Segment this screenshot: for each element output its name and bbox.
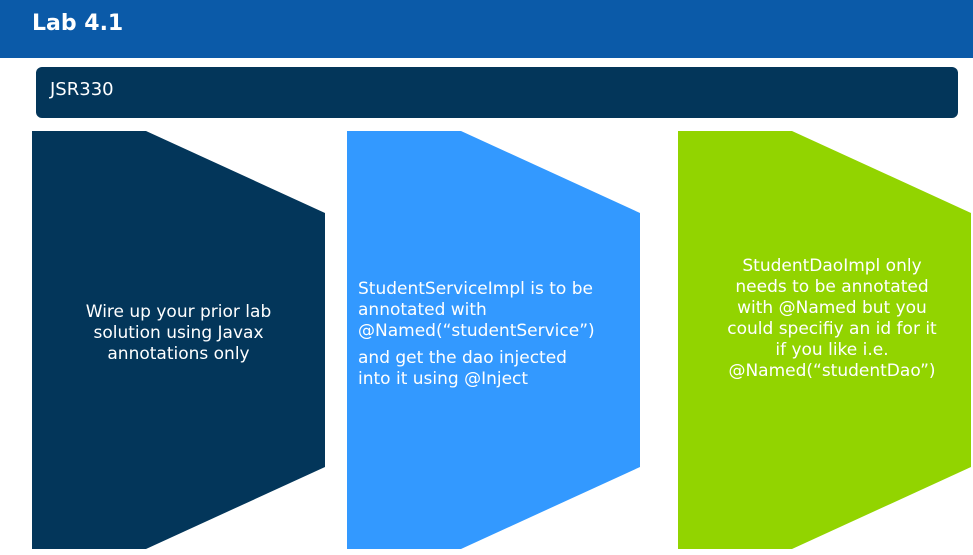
step-3-text: StudentDaoImpl only needs to be annotate…: [692, 256, 972, 382]
header-title: JSR330: [50, 79, 114, 100]
slide: Lab 4.1 JSR330 Wire up your prior lab so…: [0, 0, 973, 555]
step-1-line: Wire up your prior lab: [85, 302, 272, 322]
title-bar: Lab 4.1: [0, 0, 973, 58]
step-3-line: if you like i.e.: [775, 340, 889, 360]
step-3-line: @Named(“studentDao”): [728, 361, 936, 381]
step-1-text: Wire up your prior lab solution using Ja…: [32, 302, 325, 365]
step-2-line: into it using @Inject: [358, 369, 529, 389]
step-1-line: annotations only: [107, 344, 250, 364]
step-2-line: @Named(“studentService”): [358, 321, 595, 341]
step-1-line: solution using Javax: [93, 323, 264, 343]
slide-title: Lab 4.1: [32, 11, 124, 36]
step-2-line: StudentServiceImpl is to be: [358, 279, 593, 299]
step-3-line: could specifiy an id for it: [727, 319, 937, 339]
step-2-shape: StudentServiceImpl is to be annotated wi…: [347, 131, 640, 549]
step-3-line: needs to be annotated: [735, 277, 929, 297]
step-2-line: annotated with: [358, 300, 487, 320]
step-1-shape: Wire up your prior lab solution using Ja…: [32, 131, 325, 549]
step-3-line: with @Named but you: [737, 298, 927, 318]
step-2-line: and get the dao injected: [358, 348, 567, 368]
step-2-text: StudentServiceImpl is to be annotated wi…: [358, 279, 648, 390]
header-banner: JSR330: [36, 67, 958, 118]
step-3-shape: StudentDaoImpl only needs to be annotate…: [678, 131, 971, 549]
step-3-line: StudentDaoImpl only: [742, 256, 922, 276]
